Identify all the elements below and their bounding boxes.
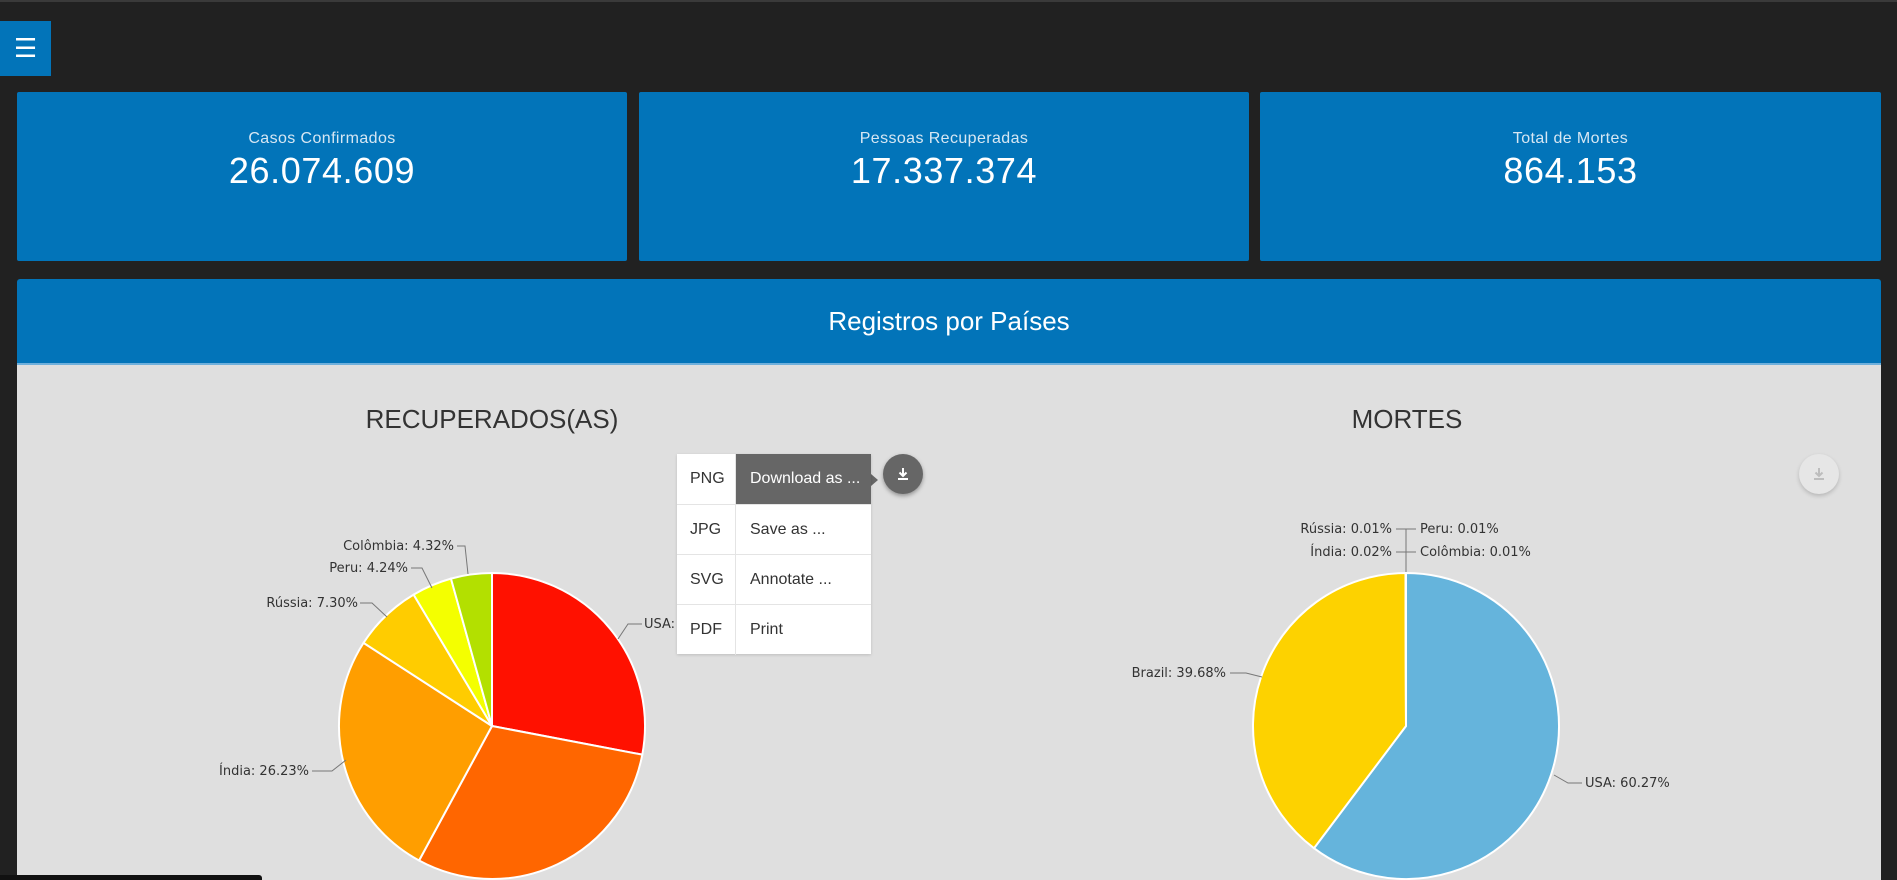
export-option-png[interactable]: PNG Download as ...: [677, 454, 871, 504]
export-option-svg[interactable]: SVG Annotate ...: [677, 554, 871, 605]
pie-data-label: Índia: 0.02%: [1310, 544, 1392, 560]
pie-slice-0-usa[interactable]: [491, 571, 646, 756]
pie-data-label: Colômbia: 4.32%: [343, 539, 454, 554]
export-option-pdf[interactable]: PDF Print: [677, 604, 871, 655]
action-label[interactable]: Save as ...: [736, 505, 871, 555]
pie-data-label: Índia: 26.23%: [219, 763, 309, 779]
pie-data-label: USA:: [644, 617, 675, 632]
export-button-deaths[interactable]: [1799, 454, 1839, 494]
pie-label-connector: [1405, 528, 1416, 572]
pie-data-label: Peru: 0.01%: [1420, 522, 1499, 537]
pie-data-label: Brazil: 39.68%: [1132, 666, 1226, 681]
pie-label-connector: [617, 623, 642, 640]
pie-label-connector: [1230, 672, 1263, 678]
export-menu: PNG Download as ... JPG Save as ... SVG …: [677, 454, 871, 655]
export-menu-pointer: [871, 474, 878, 486]
action-label[interactable]: Download as ...: [736, 454, 871, 504]
pie-label-connector: [360, 602, 388, 618]
pie-data-label: Colômbia: 0.01%: [1420, 545, 1531, 560]
action-label[interactable]: Print: [736, 605, 871, 655]
pie-label-connector: [1553, 774, 1582, 784]
pie-data-label: Rússia: 7.30%: [266, 596, 358, 611]
format-label: PDF: [677, 605, 736, 655]
pie-charts: USA: Índia: 26.23% Rússia: 7.30% Peru: 4.2…: [219, 522, 1670, 880]
export-option-jpg[interactable]: JPG Save as ...: [677, 504, 871, 555]
pie-data-label: Peru: 4.24%: [329, 561, 408, 576]
dashboard: ☰ Casos Confirmados 26.074.609 Pessoas R…: [0, 0, 1897, 880]
download-icon: [1814, 468, 1824, 480]
export-button-recovered[interactable]: [883, 454, 923, 494]
pie-label-connector: [457, 545, 469, 575]
pie-label-connector: [411, 567, 433, 589]
pie-data-label: Rússia: 0.01%: [1300, 522, 1392, 537]
download-icon: [898, 468, 908, 480]
pie-label-connector: [312, 759, 347, 772]
pie-label-connector: [1396, 528, 1407, 572]
action-label[interactable]: Annotate ...: [736, 555, 871, 605]
pie-label-connector: [1405, 551, 1416, 572]
format-label: SVG: [677, 555, 736, 605]
format-label: PNG: [677, 454, 736, 504]
pie-label-connector: [1396, 551, 1407, 572]
pie-data-label: USA: 60.27%: [1585, 776, 1670, 791]
format-label: JPG: [677, 505, 736, 555]
bottom-scrollbar[interactable]: [0, 875, 262, 880]
